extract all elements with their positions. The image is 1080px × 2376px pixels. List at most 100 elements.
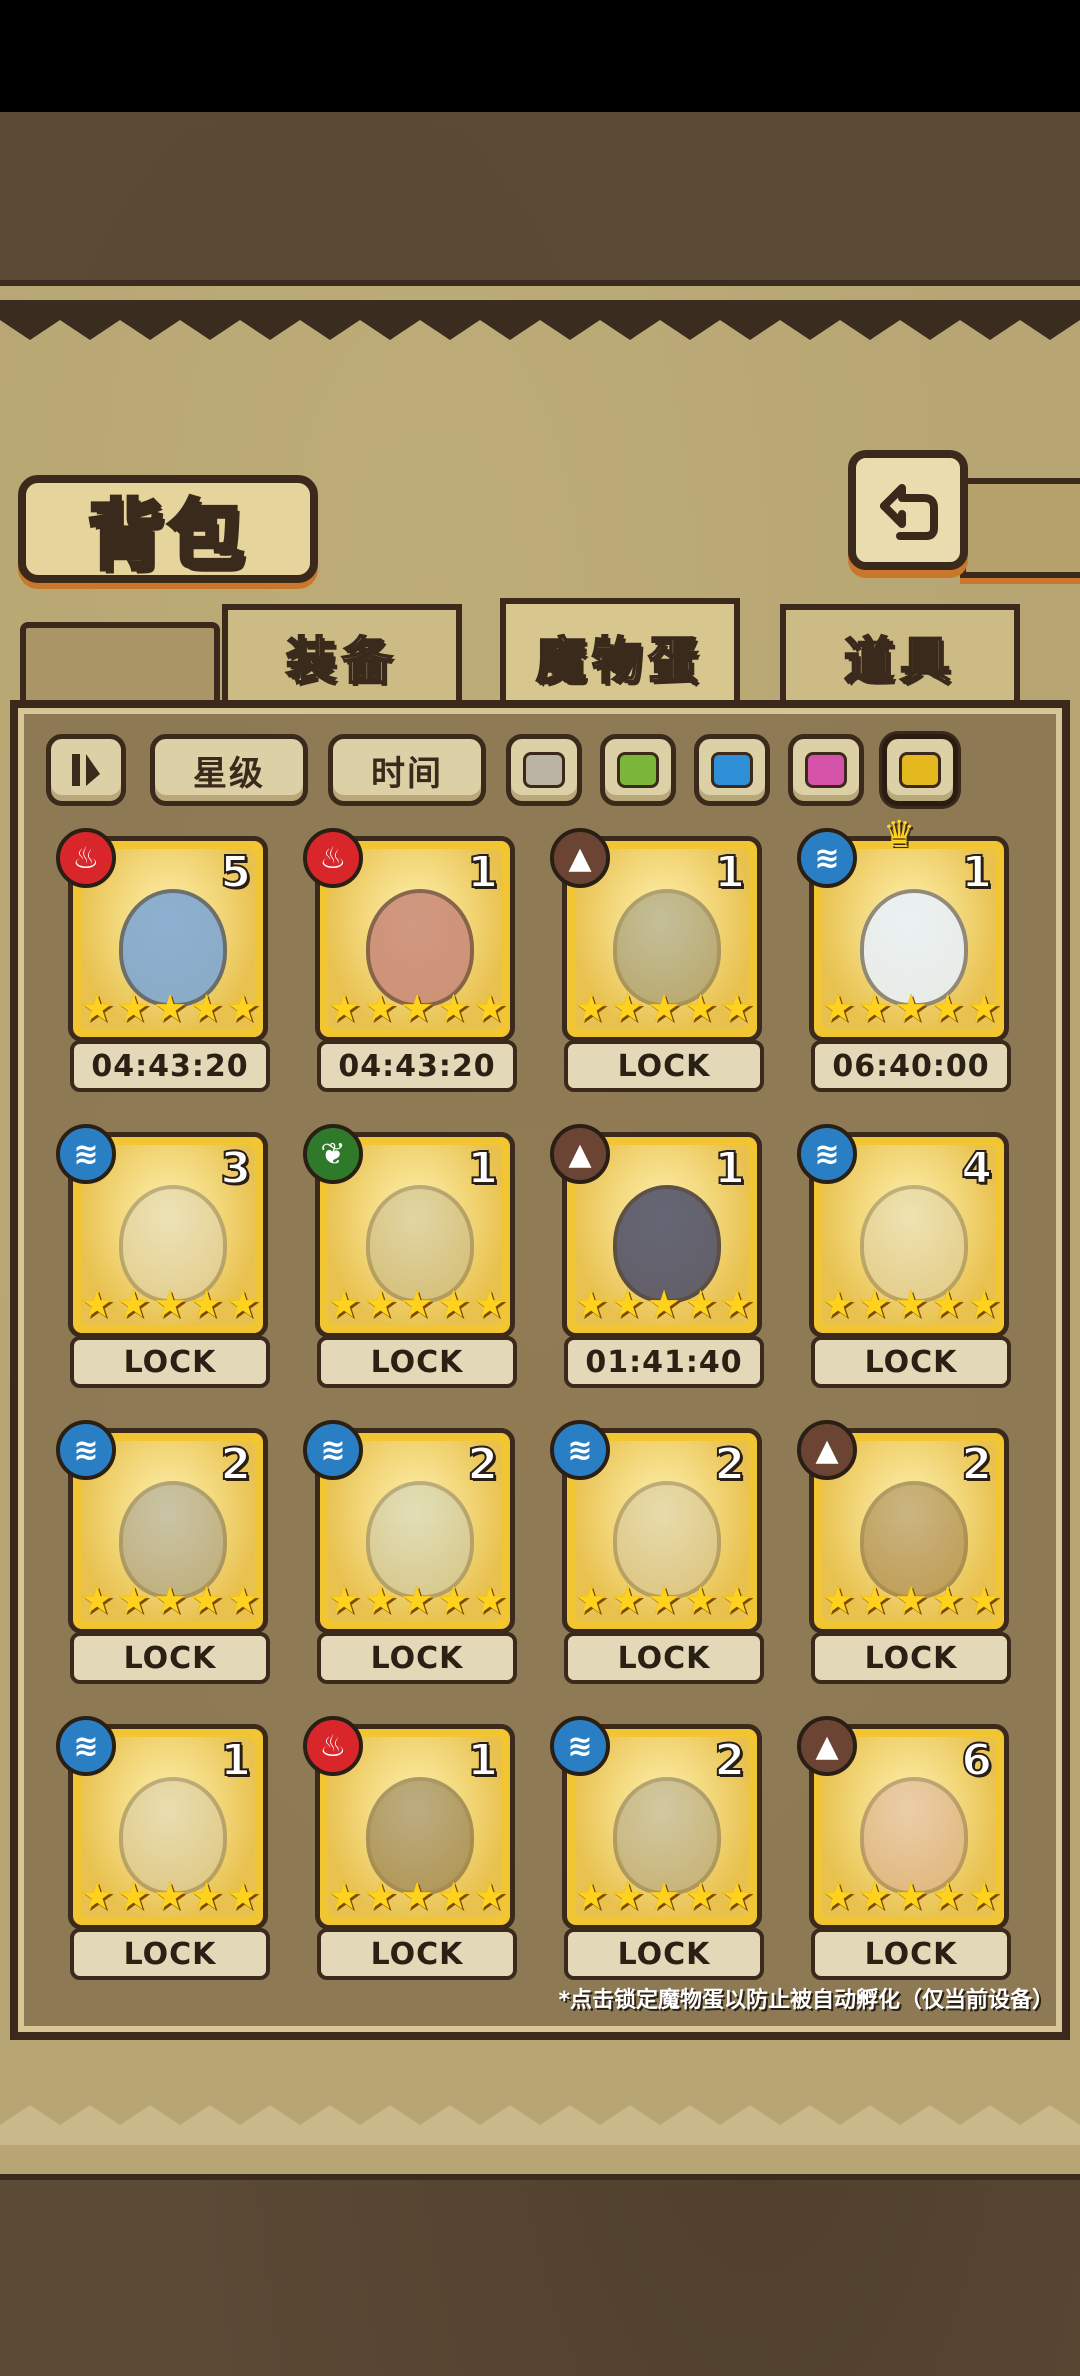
egg-card[interactable]: 5 ♨ ★ ★ ★ ★ ★ 04:43:20 [56, 828, 278, 1098]
star-icon: ★ [683, 1874, 718, 1918]
egg-count: 1 [466, 846, 499, 899]
sort-by-star-label: 星级 [193, 753, 265, 794]
category-tabs: 装备 魔物蛋 道具 [0, 598, 1080, 714]
hatch-timer[interactable]: 06:40:00 [811, 1040, 1011, 1092]
lock-button[interactable]: LOCK [564, 1040, 764, 1092]
egg-card[interactable]: 1 ≋ ★ ★ ★ ★ ★ LOCK [56, 1716, 278, 1986]
star-rating: ★ ★ ★ ★ ★ [574, 986, 754, 1030]
egg-card[interactable]: 2 ≋ ★ ★ ★ ★ ★ LOCK [56, 1420, 278, 1690]
star-icon: ★ [472, 986, 507, 1030]
egg-card[interactable]: 2 ≋ ★ ★ ★ ★ ★ LOCK [550, 1420, 772, 1690]
star-icon: ★ [436, 1282, 471, 1326]
star-icon: ★ [363, 986, 398, 1030]
tab-monster-eggs[interactable]: 魔物蛋 [500, 598, 740, 710]
fire-element-icon: ♨ [56, 828, 116, 888]
star-icon: ★ [152, 1282, 188, 1326]
lock-button[interactable]: LOCK [317, 1336, 517, 1388]
sort-by-time-label: 时间 [371, 753, 443, 794]
egg-card[interactable]: 4 ≋ ★ ★ ★ ★ ★ LOCK [797, 1124, 1019, 1394]
star-icon: ★ [930, 986, 965, 1030]
filter-color-pink[interactable] [788, 734, 864, 806]
egg-card[interactable]: 1 ♨ ★ ★ ★ ★ ★ 04:43:20 [303, 828, 525, 1098]
star-icon: ★ [472, 1874, 507, 1918]
filter-color-blue[interactable] [694, 734, 770, 806]
star-icon: ★ [189, 1874, 224, 1918]
star-icon: ★ [893, 1578, 929, 1622]
hatch-timer[interactable]: 01:41:40 [564, 1336, 764, 1388]
lock-button[interactable]: LOCK [564, 1632, 764, 1684]
star-icon: ★ [719, 986, 754, 1030]
lock-button[interactable]: LOCK [811, 1632, 1011, 1684]
egg-card[interactable]: 6 ▲ ★ ★ ★ ★ ★ LOCK [797, 1716, 1019, 1986]
hatch-timer[interactable]: 04:43:20 [317, 1040, 517, 1092]
star-icon: ★ [399, 1578, 435, 1622]
star-rating: ★ ★ ★ ★ ★ [821, 1874, 1001, 1918]
egg-card[interactable]: 1 ▲ ★ ★ ★ ★ ★ LOCK [550, 828, 772, 1098]
lock-button[interactable]: LOCK [70, 1928, 270, 1980]
star-icon: ★ [327, 1282, 362, 1326]
tab-stub-left [20, 622, 220, 704]
egg-count: 1 [466, 1734, 499, 1787]
sort-order-button[interactable] [46, 734, 126, 806]
egg-count: 1 [713, 1142, 746, 1195]
star-icon: ★ [327, 1578, 362, 1622]
star-icon: ★ [152, 986, 188, 1030]
filter-color-green[interactable] [600, 734, 676, 806]
egg-count: 2 [219, 1438, 252, 1491]
egg-card[interactable]: 1 ▲ ★ ★ ★ ★ ★ 01:41:40 [550, 1124, 772, 1394]
star-icon: ★ [189, 986, 224, 1030]
status-bar-area [0, 0, 1080, 112]
star-rating: ★ ★ ★ ★ ★ [821, 1282, 1001, 1326]
tab-items[interactable]: 道具 [780, 604, 1020, 704]
egg-card[interactable]: 3 ≋ ★ ★ ★ ★ ★ LOCK [56, 1124, 278, 1394]
star-icon: ★ [574, 1578, 609, 1622]
tab-equipment-label: 装备 [285, 631, 398, 691]
star-icon: ★ [610, 986, 645, 1030]
water-element-icon: ≋ [550, 1716, 610, 1776]
star-icon: ★ [225, 1282, 260, 1326]
star-rating: ★ ★ ★ ★ ★ [821, 986, 1001, 1030]
star-rating: ★ ★ ★ ★ ★ [821, 1578, 1001, 1622]
sort-by-star-button[interactable]: 星级 [150, 734, 308, 806]
egg-card[interactable]: 2 ≋ ★ ★ ★ ★ ★ LOCK [550, 1716, 772, 1986]
egg-card[interactable]: 1 ♨ ★ ★ ★ ★ ★ LOCK [303, 1716, 525, 1986]
back-button-rail [960, 478, 1080, 578]
filter-color-gray[interactable] [506, 734, 582, 806]
star-icon: ★ [719, 1578, 754, 1622]
egg-count: 2 [466, 1438, 499, 1491]
hatch-timer[interactable]: 04:43:20 [70, 1040, 270, 1092]
water-element-icon: ≋ [550, 1420, 610, 1480]
wood-element-icon: ❦ [303, 1124, 363, 1184]
star-icon: ★ [574, 1282, 609, 1326]
star-icon: ★ [683, 1578, 718, 1622]
star-icon: ★ [966, 1282, 1001, 1326]
egg-card[interactable]: 2 ≋ ★ ★ ★ ★ ★ LOCK [303, 1420, 525, 1690]
star-icon: ★ [116, 1282, 151, 1326]
star-icon: ★ [472, 1578, 507, 1622]
lock-button[interactable]: LOCK [564, 1928, 764, 1980]
lock-button[interactable]: LOCK [317, 1928, 517, 1980]
fire-element-icon: ♨ [303, 1716, 363, 1776]
star-icon: ★ [225, 986, 260, 1030]
earth-element-icon: ▲ [797, 1420, 857, 1480]
egg-count: 2 [713, 1734, 746, 1787]
lock-button[interactable]: LOCK [811, 1928, 1011, 1980]
star-icon: ★ [363, 1578, 398, 1622]
lock-button[interactable]: LOCK [70, 1632, 270, 1684]
star-icon: ★ [966, 1874, 1001, 1918]
star-icon: ★ [436, 1874, 471, 1918]
egg-card[interactable]: 2 ▲ ★ ★ ★ ★ ★ LOCK [797, 1420, 1019, 1690]
tab-equipment[interactable]: 装备 [222, 604, 462, 704]
lock-button[interactable]: LOCK [70, 1336, 270, 1388]
sort-by-time-button[interactable]: 时间 [328, 734, 486, 806]
gold-swatch-icon [899, 752, 941, 788]
lock-button[interactable]: LOCK [317, 1632, 517, 1684]
egg-card[interactable]: 1 ❦ ★ ★ ★ ★ ★ LOCK [303, 1124, 525, 1394]
star-icon: ★ [646, 1282, 682, 1326]
egg-card[interactable]: 1 ≋ ♛ ★ ★ ★ ★ ★ 06:40:00 [797, 814, 1019, 1098]
lock-button[interactable]: LOCK [811, 1336, 1011, 1388]
star-icon: ★ [80, 986, 115, 1030]
back-button[interactable] [848, 450, 968, 570]
page-title: 背包 [86, 489, 248, 582]
filter-color-gold[interactable] [882, 734, 958, 806]
